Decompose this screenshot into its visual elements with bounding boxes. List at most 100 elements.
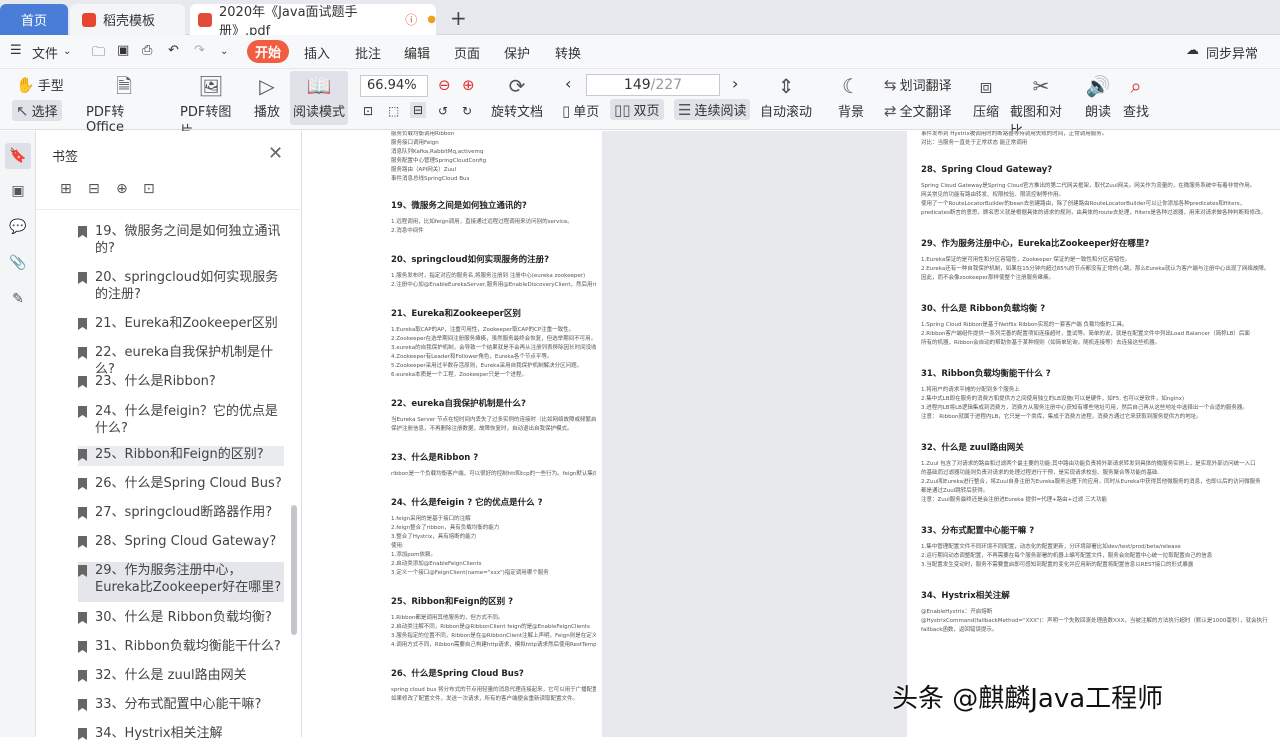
menu-page[interactable]: 页面 [454, 43, 480, 62]
menu-edit[interactable]: 编辑 [404, 43, 430, 62]
rotate-doc-button[interactable]: ⟳ 旋转文档 [490, 73, 544, 120]
bookmark-label: 34、Hystrix相关注解 [95, 726, 223, 741]
menu-annotate[interactable]: 批注 [355, 43, 381, 62]
double-page-button[interactable]: ▯▯ 双页 [610, 99, 664, 120]
hand-icon: ✋ [16, 75, 35, 94]
section-heading: 20、springcloud如何实现服务的注册? [391, 255, 550, 265]
background-label: 背景 [837, 105, 864, 120]
bookmark-item[interactable]: 25、Ribbon和Feign的区别? [78, 446, 284, 466]
menu-insert[interactable]: 插入 [304, 43, 330, 62]
expand-all-icon[interactable]: ⊞ [60, 181, 72, 197]
redo-icon[interactable]: ↷ [194, 43, 205, 58]
tab-dot-icon[interactable]: ● [427, 14, 436, 25]
page-text-line: 2.Zookeeper在选举期间注册服务瘫痪，虽然服务最终会恢复，但选举期间不可… [391, 336, 596, 342]
page-text-line: 1.添加pom依赖。 [391, 552, 436, 558]
menu-protect[interactable]: 保护 [504, 43, 530, 62]
bookmark-label: 24、什么是feigin？它的优点是什么? [95, 404, 278, 436]
close-icon[interactable]: ✕ [268, 143, 283, 164]
undo-icon[interactable]: ↶ [168, 43, 179, 58]
find-button[interactable]: ⌕ 查找 [1120, 73, 1152, 120]
thumbnail-icon[interactable]: ▣ [8, 183, 28, 203]
zoom-out-icon[interactable]: ⊖ [438, 76, 451, 94]
select-tool[interactable]: ↖ 选择 [12, 100, 62, 121]
bookmark-item[interactable]: 20、springcloud如何实现服务的注册? [78, 269, 284, 303]
background-button[interactable]: ☾ 背景 [834, 73, 868, 120]
menu-bar: ☰ 文件 ⌄ 🗀 ▣ ⎙ ↶ ↷ ⌄ 开始 插入 批注 编辑 页面 保护 转换 … [0, 35, 1280, 69]
compress-button[interactable]: ⧈ 压缩 [970, 73, 1002, 120]
page-text-line: 2.feign整合了ribbon，具有负载均衡的能力 [391, 525, 500, 531]
tab-document[interactable]: 2020年《Java面试题手册》.pdf ⓘ ● [190, 4, 436, 39]
continuous-button[interactable]: ☰ 连续阅读 [674, 99, 751, 120]
pdf-to-office-button[interactable]: 🗎 PDF转Office [86, 73, 162, 135]
new-tab-button[interactable]: + [450, 6, 467, 30]
page-text-line: 的基础而过滤器功能则负责对请求的处理过程进行干预，是实现请求校验、服务聚合等功能… [921, 470, 1160, 476]
more-chevron-icon[interactable]: ⌄ [220, 46, 228, 57]
comment-icon[interactable]: 💬 [8, 219, 28, 239]
word-translate-button[interactable]: ⇆ 划词翻译 [884, 75, 952, 95]
bookmark-item[interactable]: 31、Ribbon负载均衡能干什么? [78, 638, 284, 658]
bookmark-scrollbar[interactable] [291, 505, 297, 635]
pdf-to-image-button[interactable]: 🖼PDF转图片 [180, 73, 242, 139]
bookmark-item[interactable]: 24、什么是feigin？它的优点是什么? [78, 403, 284, 437]
unsaved-warning-icon: ⓘ [405, 13, 418, 27]
menu-convert[interactable]: 转换 [555, 43, 581, 62]
read-aloud-button[interactable]: 🔊 朗读 [1082, 73, 1114, 120]
bookmark-item[interactable]: 27、springcloud断路器作用? [78, 504, 284, 524]
hand-tool[interactable]: ✋ 手型 [16, 75, 64, 95]
collapse-all-icon[interactable]: ⊟ [88, 181, 100, 197]
save-icon[interactable]: ▣ [117, 43, 129, 58]
rotate-left-icon[interactable]: ↺ [438, 104, 448, 118]
chevron-down-icon[interactable]: ⌄ [63, 46, 71, 57]
next-page-icon[interactable]: › [732, 74, 738, 93]
actual-size-icon[interactable]: ⊡ [363, 104, 373, 118]
bookmark-item[interactable]: 23、什么是Ribbon? [78, 373, 284, 393]
bookmark-label: 25、Ribbon和Feign的区别? [95, 447, 264, 462]
attachment-icon[interactable]: 📎 [8, 255, 28, 275]
menu-start[interactable]: 开始 [247, 40, 289, 63]
zoom-in-icon[interactable]: ⊕ [462, 76, 475, 94]
page-text-line: 1.服务发布时，指定对应的服务名,将服务注册到 注册中心(eureka zook… [391, 273, 586, 279]
auto-scroll-button[interactable]: ⇕ 自动滚动 [756, 73, 816, 120]
add-bookmark-icon[interactable]: ⊕ [116, 181, 128, 197]
bookmark-item[interactable]: 22、eureka自我保护机制是什么? [78, 344, 284, 377]
sync-status[interactable]: 同步异常 [1206, 43, 1258, 62]
bookmark-item[interactable]: 21、Eureka和Zookeeper区别 [78, 315, 284, 335]
bookmark-label: 23、什么是Ribbon? [95, 374, 216, 389]
full-translate-button[interactable]: ⇄ 全文翻译 [884, 101, 952, 121]
play-button[interactable]: ▷ 播放 [252, 73, 282, 120]
bookmark-item[interactable]: 34、Hystrix相关注解 [78, 725, 284, 745]
bookmark-item[interactable]: 33、分布式配置中心能干嘛? [78, 696, 284, 716]
page-text-line: 3.当配置发生变动时，服务不需要重启即可感知到配置的变化并应用新的配置将配置信息… [921, 562, 1194, 568]
zoom-select[interactable]: 66.94% [360, 75, 428, 97]
prev-page-icon[interactable]: ‹ [565, 74, 571, 93]
hamburger-icon[interactable]: ☰ [10, 43, 22, 58]
bookmark-flag-icon [78, 699, 87, 711]
page-text-line: 注意： Ribbon就属于进程内LB，它只是一个类库，集成于消费方进程，消费方通… [921, 414, 1202, 420]
screenshot-button[interactable]: ✂截图和对比 [1010, 73, 1072, 139]
rotate-right-icon[interactable]: ↻ [462, 104, 472, 118]
signature-icon[interactable]: ✎ [8, 291, 28, 311]
menu-file[interactable]: 文件 [32, 43, 58, 62]
bookmark-panel-icon[interactable]: 🔖 [5, 143, 31, 169]
open-folder-icon[interactable]: 🗀 [92, 43, 105, 65]
bookmark-item[interactable]: 29、作为服务注册中心，Eureka比Zookeeper好在哪里? [78, 562, 284, 602]
bookmark-flag-icon [78, 670, 87, 682]
bookmark-item[interactable]: 30、什么是 Ribbon负载均衡? [78, 609, 284, 629]
page-text-line: 因此，而不会像zookeeper那样使整个注册服务瘫痪。 [921, 275, 1055, 281]
tab-home[interactable]: 首页 [0, 4, 68, 35]
fit-page-icon[interactable]: ⬚ [388, 104, 399, 118]
bookmark-item[interactable]: 32、什么是 zuul路由网关 [78, 667, 284, 687]
select-label: 选择 [31, 105, 58, 120]
bookmark-flag-icon [78, 507, 87, 519]
bookmark-item[interactable]: 28、Spring Cloud Gateway? [78, 533, 284, 553]
fit-width-icon[interactable]: ⊟ [410, 102, 427, 118]
page-number-input[interactable]: 149/227 [586, 74, 720, 96]
tab-template[interactable]: 稻壳模板 [70, 4, 185, 35]
bookmark-item[interactable]: 19、微服务之间是如何独立通讯的? [78, 223, 284, 257]
cloud-sync-icon[interactable]: ☁ [1186, 43, 1199, 58]
single-page-button[interactable]: ▯ 单页 [562, 101, 599, 121]
read-mode-button[interactable]: 📖 阅读模式 [290, 71, 348, 125]
print-icon[interactable]: ⎙ [142, 43, 152, 58]
bookmark-outline-icon[interactable]: ⊡ [143, 181, 155, 197]
bookmark-item[interactable]: 26、什么是Spring Cloud Bus? [78, 475, 284, 495]
